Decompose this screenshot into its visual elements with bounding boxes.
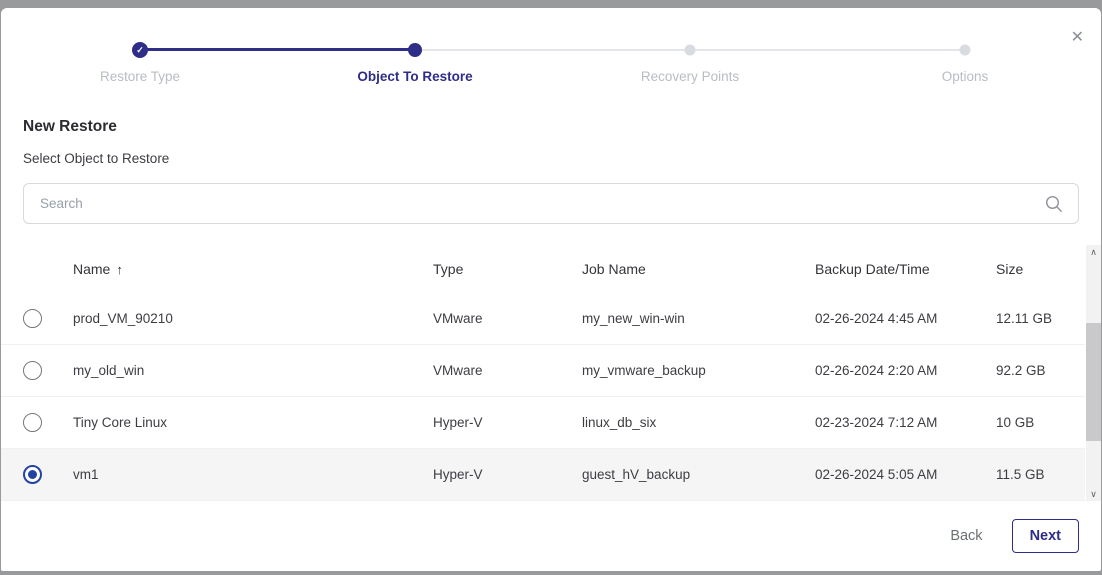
cell-size: 92.2 GB <box>996 363 1085 378</box>
step-object-to-restore-dot-icon[interactable] <box>408 43 422 57</box>
objects-table: Name ↑ Type Job Name Backup Date/Time Si… <box>1 245 1101 501</box>
wizard-stepper: ✓ Restore Type Object To Restore Recover… <box>1 8 1101 96</box>
cell-job-name: linux_db_six <box>582 415 815 430</box>
step-restore-type-check-icon[interactable]: ✓ <box>132 42 148 58</box>
search-box[interactable] <box>23 183 1079 224</box>
sort-asc-icon[interactable]: ↑ <box>116 262 123 277</box>
cell-name: my_old_win <box>73 363 433 378</box>
column-header-type[interactable]: Type <box>433 261 582 277</box>
column-header-name[interactable]: Name ↑ <box>73 261 433 277</box>
column-header-job-name[interactable]: Job Name <box>582 261 815 277</box>
table-row[interactable]: my_old_win VMware my_vmware_backup 02-26… <box>1 345 1085 397</box>
step-recovery-points-dot-icon <box>685 45 696 56</box>
scroll-down-icon[interactable]: ∨ <box>1086 487 1101 501</box>
cell-size: 12.11 GB <box>996 311 1085 326</box>
page-title: New Restore <box>23 118 1079 136</box>
scrollbar-thumb[interactable] <box>1086 323 1101 441</box>
dialog-footer: Back Next <box>1 501 1101 571</box>
scroll-up-icon[interactable]: ∧ <box>1086 245 1101 259</box>
cell-type: Hyper-V <box>433 415 582 430</box>
step-restore-type-label[interactable]: Restore Type <box>100 69 180 84</box>
cell-backup-datetime: 02-26-2024 2:20 AM <box>815 363 996 378</box>
search-icon[interactable] <box>1044 194 1064 214</box>
stepper-progress <box>140 48 415 51</box>
cell-size: 10 GB <box>996 415 1085 430</box>
row-radio[interactable] <box>23 465 42 484</box>
cell-name: prod_VM_90210 <box>73 311 433 326</box>
cell-type: VMware <box>433 311 582 326</box>
cell-job-name: my_vmware_backup <box>582 363 815 378</box>
search-input[interactable] <box>40 196 1044 211</box>
step-object-to-restore-label[interactable]: Object To Restore <box>357 69 472 84</box>
page-subtitle: Select Object to Restore <box>23 151 1079 166</box>
cell-size: 11.5 GB <box>996 467 1085 482</box>
table-row[interactable]: prod_VM_90210 VMware my_new_win-win 02-2… <box>1 293 1085 345</box>
table-row[interactable]: vm1 Hyper-V guest_hV_backup 02-26-2024 5… <box>1 449 1085 501</box>
row-radio[interactable] <box>23 309 42 328</box>
new-restore-dialog: ✓ Restore Type Object To Restore Recover… <box>1 8 1101 571</box>
cell-name: Tiny Core Linux <box>73 415 433 430</box>
next-button[interactable]: Next <box>1012 519 1079 553</box>
step-recovery-points-label: Recovery Points <box>641 69 739 84</box>
cell-name: vm1 <box>73 467 433 482</box>
column-header-backup-datetime[interactable]: Backup Date/Time <box>815 261 996 277</box>
cell-job-name: my_new_win-win <box>582 311 815 326</box>
scrollbar-track[interactable] <box>1086 259 1101 487</box>
cell-type: Hyper-V <box>433 467 582 482</box>
cell-type: VMware <box>433 363 582 378</box>
cell-backup-datetime: 02-23-2024 7:12 AM <box>815 415 996 430</box>
table-scrollbar[interactable]: ∧ ∨ <box>1086 245 1101 501</box>
row-radio[interactable] <box>23 361 42 380</box>
cell-backup-datetime: 02-26-2024 4:45 AM <box>815 311 996 326</box>
title-block: New Restore Select Object to Restore <box>1 96 1101 166</box>
close-icon[interactable]: ✕ <box>1071 30 1084 46</box>
column-header-size[interactable]: Size <box>996 261 1085 277</box>
cell-backup-datetime: 02-26-2024 5:05 AM <box>815 467 996 482</box>
step-options-dot-icon <box>960 45 971 56</box>
cell-job-name: guest_hV_backup <box>582 467 815 482</box>
table-row[interactable]: Tiny Core Linux Hyper-V linux_db_six 02-… <box>1 397 1085 449</box>
row-radio[interactable] <box>23 413 42 432</box>
back-button[interactable]: Back <box>950 528 982 544</box>
step-options-label: Options <box>942 69 989 84</box>
table-header-row: Name ↑ Type Job Name Backup Date/Time Si… <box>1 245 1085 293</box>
